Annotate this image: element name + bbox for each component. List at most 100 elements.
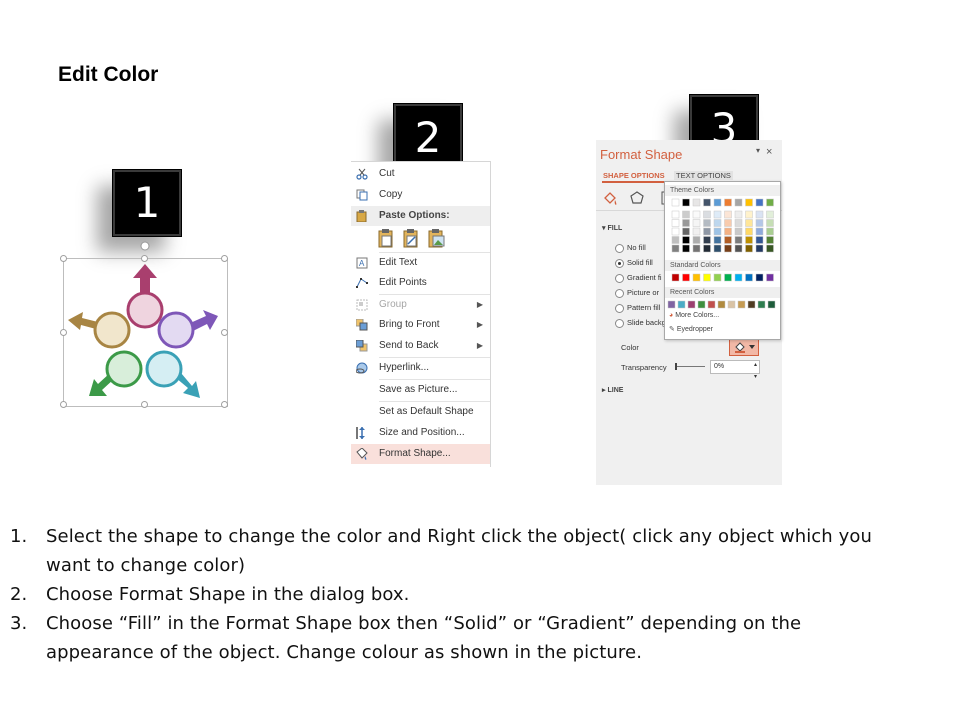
purple-arrow-shape[interactable] [157,310,218,349]
tab-text-options[interactable]: TEXT OPTIONS [674,171,733,180]
menu-item-edit-text[interactable]: A Edit Text [351,253,490,273]
theme-color-shade-swatch[interactable] [745,227,753,236]
radio-picture-fill[interactable]: Picture or [615,288,659,298]
radio-button[interactable] [615,243,624,253]
radio-gradient-fill[interactable]: Gradient fi [615,273,662,283]
spinner-arrows-icon[interactable]: ▴ ▾ [754,359,757,383]
menu-item-group[interactable]: Group ▶ [351,295,490,315]
theme-color-shade-swatch[interactable] [734,244,743,253]
theme-color-shade-swatch[interactable] [766,227,774,236]
theme-color-swatch[interactable] [724,198,732,207]
menu-item-edit-points[interactable]: Edit Points [351,273,490,293]
theme-color-shade-swatch[interactable] [734,210,743,219]
theme-color-shade-swatch[interactable] [682,210,690,219]
tan-arrow-shape[interactable] [68,311,131,349]
theme-color-shade-swatch[interactable] [703,236,711,244]
radio-button[interactable] [615,318,624,328]
theme-color-shade-swatch[interactable] [692,236,701,244]
theme-color-swatch[interactable] [703,198,711,207]
menu-item-copy[interactable]: Copy [351,185,490,205]
standard-color-swatch[interactable] [745,273,753,282]
recent-color-swatch[interactable] [727,300,736,309]
theme-color-shade-swatch[interactable] [682,227,690,236]
theme-color-shade-swatch[interactable] [766,236,774,244]
theme-color-swatch[interactable] [692,198,701,207]
radio-slide-background-fill[interactable]: Slide backg [615,318,666,328]
theme-color-swatch[interactable] [766,198,774,207]
menu-item-bring-to-front[interactable]: Bring to Front ▶ [351,315,490,335]
standard-color-swatch[interactable] [703,273,711,282]
theme-color-shade-swatch[interactable] [703,210,711,219]
recent-color-swatch[interactable] [707,300,716,309]
menu-item-send-to-back[interactable]: Send to Back ▶ [351,336,490,356]
pink-arrow-shape[interactable] [126,264,164,329]
standard-color-swatch[interactable] [734,273,743,282]
theme-color-swatch[interactable] [713,198,722,207]
tab-shape-options[interactable]: SHAPE OPTIONS [603,171,665,180]
theme-color-shade-swatch[interactable] [671,244,680,253]
radio-button[interactable] [615,288,624,298]
menu-item-cut[interactable]: Cut [351,164,490,184]
radio-button[interactable] [615,273,624,283]
theme-color-shade-swatch[interactable] [671,219,680,227]
theme-color-shade-swatch[interactable] [724,236,732,244]
theme-color-shade-swatch[interactable] [734,236,743,244]
theme-color-shade-swatch[interactable] [766,244,774,253]
theme-color-shade-swatch[interactable] [703,227,711,236]
standard-color-swatch[interactable] [682,273,690,282]
radio-button-selected[interactable] [615,258,624,268]
theme-color-shade-swatch[interactable] [682,219,690,227]
fill-section-header[interactable]: ▾ FILL [602,224,622,232]
recent-color-swatch[interactable] [767,300,776,309]
menu-item-save-as-picture[interactable]: Save as Picture... [351,380,490,400]
recent-color-swatch[interactable] [667,300,676,309]
theme-color-shade-swatch[interactable] [724,210,732,219]
theme-color-shade-swatch[interactable] [734,219,743,227]
paste-merge-formatting-icon[interactable] [403,229,418,248]
theme-color-shade-swatch[interactable] [766,210,774,219]
radio-no-fill[interactable]: No fill [615,243,646,253]
teal-arrow-shape[interactable] [145,350,200,398]
transparency-input[interactable]: 0% ▴ ▾ [710,360,760,380]
green-arrow-shape[interactable] [89,350,143,396]
theme-color-shade-swatch[interactable] [703,219,711,227]
menu-item-format-shape[interactable]: Format Shape... [351,444,490,464]
color-dropdown-button[interactable] [729,338,759,356]
theme-color-shade-swatch[interactable] [692,210,701,219]
theme-color-shade-swatch[interactable] [713,227,722,236]
theme-color-shade-swatch[interactable] [682,244,690,253]
theme-color-swatch[interactable] [671,198,680,207]
theme-color-shade-swatch[interactable] [745,219,753,227]
radio-pattern-fill[interactable]: Pattern fill [615,303,660,313]
theme-color-swatch[interactable] [682,198,690,207]
menu-item-hyperlink[interactable]: Hyperlink... [351,358,490,378]
theme-color-shade-swatch[interactable] [755,210,764,219]
eyedropper-item[interactable]: ✎ Eyedropper [669,325,713,333]
theme-color-shade-swatch[interactable] [745,236,753,244]
effects-icon[interactable] [630,191,644,204]
theme-color-shade-swatch[interactable] [724,244,732,253]
standard-color-swatch[interactable] [755,273,764,282]
standard-color-swatch[interactable] [692,273,701,282]
paste-picture-icon[interactable] [428,229,445,248]
slider-thumb[interactable] [675,363,677,370]
theme-color-shade-swatch[interactable] [692,244,701,253]
theme-color-shade-swatch[interactable] [745,210,753,219]
standard-color-swatch[interactable] [713,273,722,282]
theme-color-swatch[interactable] [755,198,764,207]
theme-color-shade-swatch[interactable] [671,236,680,244]
theme-color-shade-swatch[interactable] [755,219,764,227]
theme-color-shade-swatch[interactable] [713,236,722,244]
radio-solid-fill[interactable]: Solid fill [615,258,653,268]
theme-color-shade-swatch[interactable] [766,219,774,227]
recent-color-swatch[interactable] [757,300,766,309]
theme-color-swatch[interactable] [745,198,753,207]
circular-arrow-diagram[interactable] [60,238,240,413]
fill-line-icon[interactable] [604,192,617,205]
theme-color-shade-swatch[interactable] [692,219,701,227]
theme-color-shade-swatch[interactable] [713,244,722,253]
menu-item-set-default-shape[interactable]: Set as Default Shape [351,402,490,422]
radio-button[interactable] [615,303,624,313]
paste-keep-formatting-icon[interactable] [378,229,393,248]
transparency-slider[interactable] [675,366,705,367]
